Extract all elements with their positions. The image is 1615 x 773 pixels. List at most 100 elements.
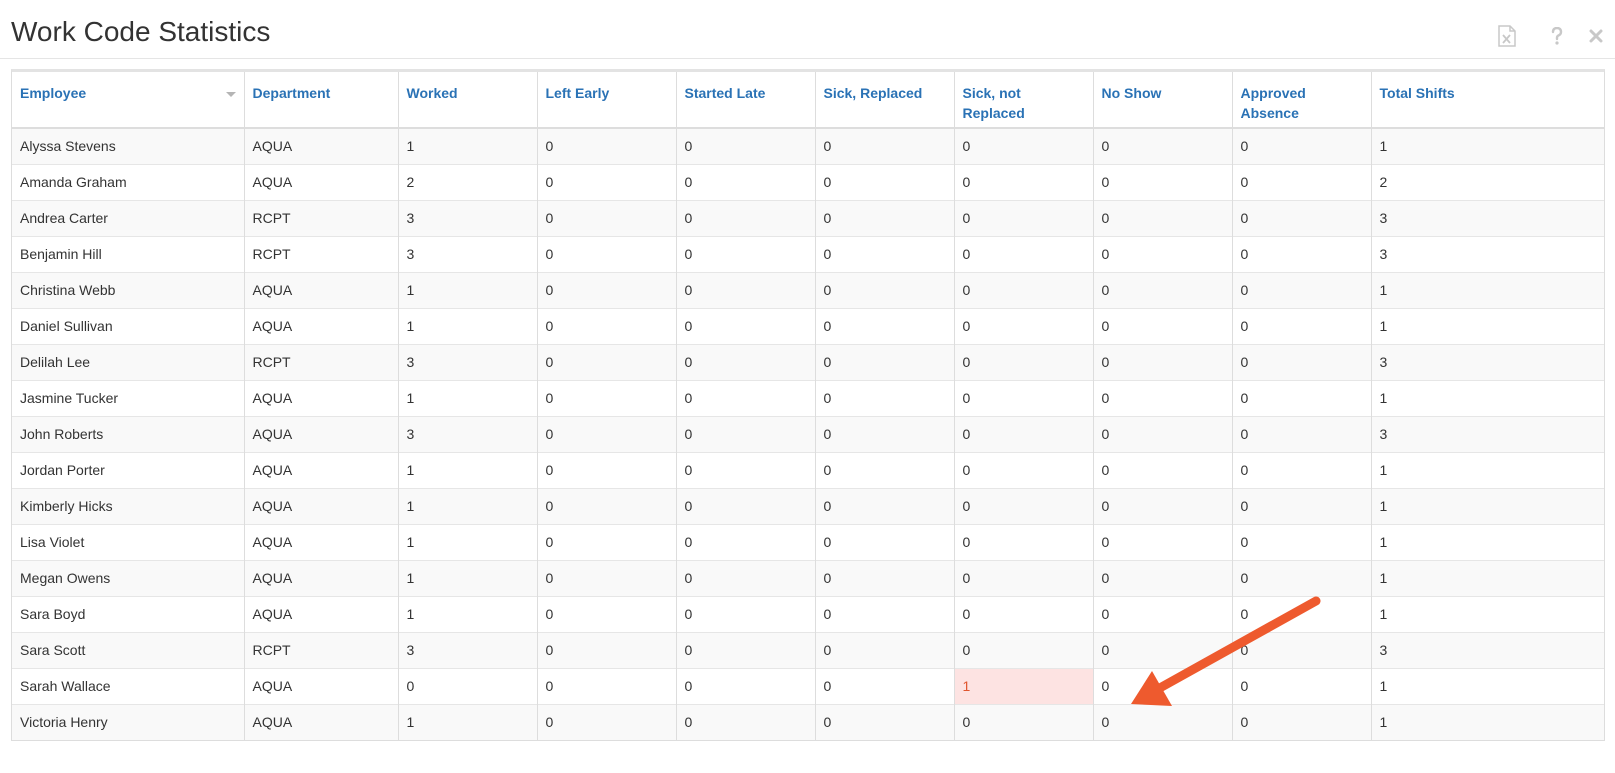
cell-department: AQUA (244, 415, 399, 452)
table-row: Lisa Violet AQUA 1 0 0 0 0 0 0 1 (12, 523, 1604, 560)
cell-no-show: 0 (1093, 595, 1233, 632)
table-row: Christina Webb AQUA 1 0 0 0 0 0 0 1 (12, 271, 1604, 308)
cell-sick-replaced: 0 (815, 559, 955, 596)
cell-approved-absence: 0 (1232, 523, 1372, 560)
cell-left-early: 0 (537, 127, 677, 164)
cell-sick-replaced: 0 (815, 163, 955, 200)
cell-sick-not-replaced: 0 (954, 235, 1094, 272)
cell-worked: 1 (398, 379, 538, 416)
cell-department: AQUA (244, 127, 399, 164)
cell-employee: Sara Scott (12, 631, 245, 668)
cell-no-show: 0 (1093, 631, 1233, 668)
column-header-sick-not-replaced[interactable]: Sick, not Replaced (954, 72, 1094, 129)
cell-employee: Andrea Carter (12, 199, 245, 236)
cell-no-show: 0 (1093, 487, 1233, 524)
cell-left-early: 0 (537, 487, 677, 524)
cell-left-early: 0 (537, 343, 677, 380)
cell-employee: Delilah Lee (12, 343, 245, 380)
cell-left-early: 0 (537, 415, 677, 452)
cell-sick-not-replaced: 0 (954, 523, 1094, 560)
cell-sick-replaced: 0 (815, 631, 955, 668)
cell-employee: Alyssa Stevens (12, 127, 245, 164)
cell-no-show: 0 (1093, 379, 1233, 416)
column-header-worked[interactable]: Worked (398, 72, 538, 129)
cell-employee: Jordan Porter (12, 451, 245, 488)
page-title: Work Code Statistics (11, 16, 271, 47)
cell-total-shifts: 1 (1371, 307, 1604, 344)
cell-employee: Amanda Graham (12, 163, 245, 200)
cell-started-late: 0 (676, 703, 816, 740)
cell-employee: John Roberts (12, 415, 245, 452)
column-header-no-show[interactable]: No Show (1093, 72, 1233, 129)
cell-approved-absence: 0 (1232, 343, 1372, 380)
cell-sick-not-replaced: 0 (954, 199, 1094, 236)
cell-sick-not-replaced: 0 (954, 163, 1094, 200)
cell-employee: Christina Webb (12, 271, 245, 308)
work-code-table: Employee Department Worked Left Early St… (11, 69, 1605, 741)
cell-total-shifts: 1 (1371, 451, 1604, 488)
cell-no-show: 0 (1093, 163, 1233, 200)
excel-export-icon[interactable] (1496, 24, 1518, 48)
table-row: Sarah Wallace AQUA 0 0 0 0 1 0 0 1 (12, 667, 1604, 704)
column-header-total-shifts[interactable]: Total Shifts (1371, 72, 1604, 129)
cell-worked: 3 (398, 631, 538, 668)
cell-worked: 1 (398, 271, 538, 308)
column-header-department[interactable]: Department (244, 72, 399, 129)
cell-sick-replaced: 0 (815, 487, 955, 524)
cell-sick-not-replaced: 0 (954, 595, 1094, 632)
table-row: Delilah Lee RCPT 3 0 0 0 0 0 0 3 (12, 343, 1604, 380)
column-header-started-late[interactable]: Started Late (676, 72, 816, 129)
cell-approved-absence: 0 (1232, 487, 1372, 524)
cell-employee: Sara Boyd (12, 595, 245, 632)
cell-sick-not-replaced: 1 (954, 667, 1094, 704)
cell-left-early: 0 (537, 595, 677, 632)
cell-department: RCPT (244, 631, 399, 668)
cell-sick-not-replaced: 0 (954, 559, 1094, 596)
cell-department: AQUA (244, 307, 399, 344)
cell-no-show: 0 (1093, 127, 1233, 164)
cell-approved-absence: 0 (1232, 127, 1372, 164)
table-row: Amanda Graham AQUA 2 0 0 0 0 0 0 2 (12, 163, 1604, 200)
cell-total-shifts: 1 (1371, 667, 1604, 704)
table-row: Daniel Sullivan AQUA 1 0 0 0 0 0 0 1 (12, 307, 1604, 344)
cell-total-shifts: 3 (1371, 343, 1604, 380)
cell-total-shifts: 1 (1371, 703, 1604, 740)
cell-department: AQUA (244, 523, 399, 560)
cell-department: AQUA (244, 163, 399, 200)
cell-approved-absence: 0 (1232, 199, 1372, 236)
cell-worked: 1 (398, 451, 538, 488)
cell-department: AQUA (244, 487, 399, 524)
cell-department: AQUA (244, 379, 399, 416)
cell-left-early: 0 (537, 271, 677, 308)
cell-sick-replaced: 0 (815, 235, 955, 272)
cell-total-shifts: 1 (1371, 379, 1604, 416)
column-header-employee[interactable]: Employee (12, 72, 245, 129)
cell-no-show: 0 (1093, 271, 1233, 308)
column-header-left-early[interactable]: Left Early (537, 72, 677, 129)
cell-total-shifts: 1 (1371, 271, 1604, 308)
cell-started-late: 0 (676, 235, 816, 272)
cell-worked: 1 (398, 307, 538, 344)
cell-sick-replaced: 0 (815, 199, 955, 236)
cell-no-show: 0 (1093, 451, 1233, 488)
cell-department: RCPT (244, 235, 399, 272)
cell-started-late: 0 (676, 379, 816, 416)
column-header-approved-absence[interactable]: Approved Absence (1232, 72, 1372, 129)
cell-worked: 3 (398, 343, 538, 380)
title-bar: Work Code Statistics (0, 0, 1615, 59)
cell-worked: 3 (398, 415, 538, 452)
cell-started-late: 0 (676, 415, 816, 452)
cell-worked: 1 (398, 523, 538, 560)
column-header-sick-replaced[interactable]: Sick, Replaced (815, 72, 955, 129)
cell-sick-replaced: 0 (815, 595, 955, 632)
cell-started-late: 0 (676, 127, 816, 164)
cell-total-shifts: 1 (1371, 559, 1604, 596)
table-row: Sara Boyd AQUA 1 0 0 0 0 0 0 1 (12, 595, 1604, 632)
cell-left-early: 0 (537, 451, 677, 488)
help-icon[interactable] (1546, 24, 1568, 48)
cell-no-show: 0 (1093, 559, 1233, 596)
cell-sick-not-replaced: 0 (954, 127, 1094, 164)
cell-sick-not-replaced: 0 (954, 451, 1094, 488)
close-icon[interactable] (1585, 24, 1607, 48)
cell-employee: Jasmine Tucker (12, 379, 245, 416)
